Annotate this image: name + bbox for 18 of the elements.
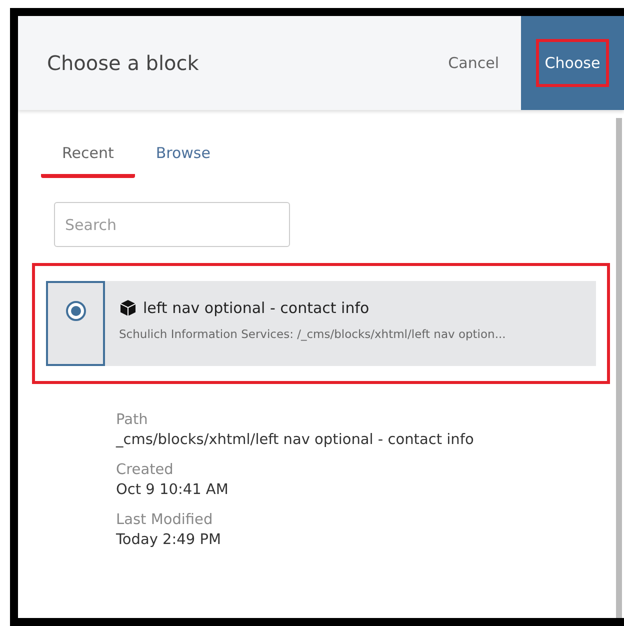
result-row[interactable]: left nav optional - contact info Schulich Information Services: /_cms/blocks/xhtml/left nav option... [46,281,596,366]
detail-label: Created [116,462,174,478]
scrollbar[interactable] [616,118,622,618]
detail-value: _cms/blocks/xhtml/left nav optional - contact info [116,432,475,448]
cube-icon [119,299,137,317]
block-title: left nav optional - contact info [143,299,370,317]
choose-button[interactable]: Choose [536,39,610,87]
dialog-title: Choose a block [46,51,200,75]
block-path: Schulich Information Services: /_cms/blocks/xhtml/left nav option... [119,327,506,341]
tab[interactable]: Browse [134,140,232,178]
tab[interactable]: Recent [41,140,135,178]
search-field[interactable]: Search [54,202,290,247]
detail-value: Today 2:49 PM [116,532,222,548]
cancel-button[interactable]: Cancel [426,54,521,72]
detail-label: Last Modified [116,512,214,528]
radio-button[interactable] [66,301,86,321]
detail-value: Oct 9 10:41 AM [116,482,230,498]
detail-label: Path [116,412,149,428]
